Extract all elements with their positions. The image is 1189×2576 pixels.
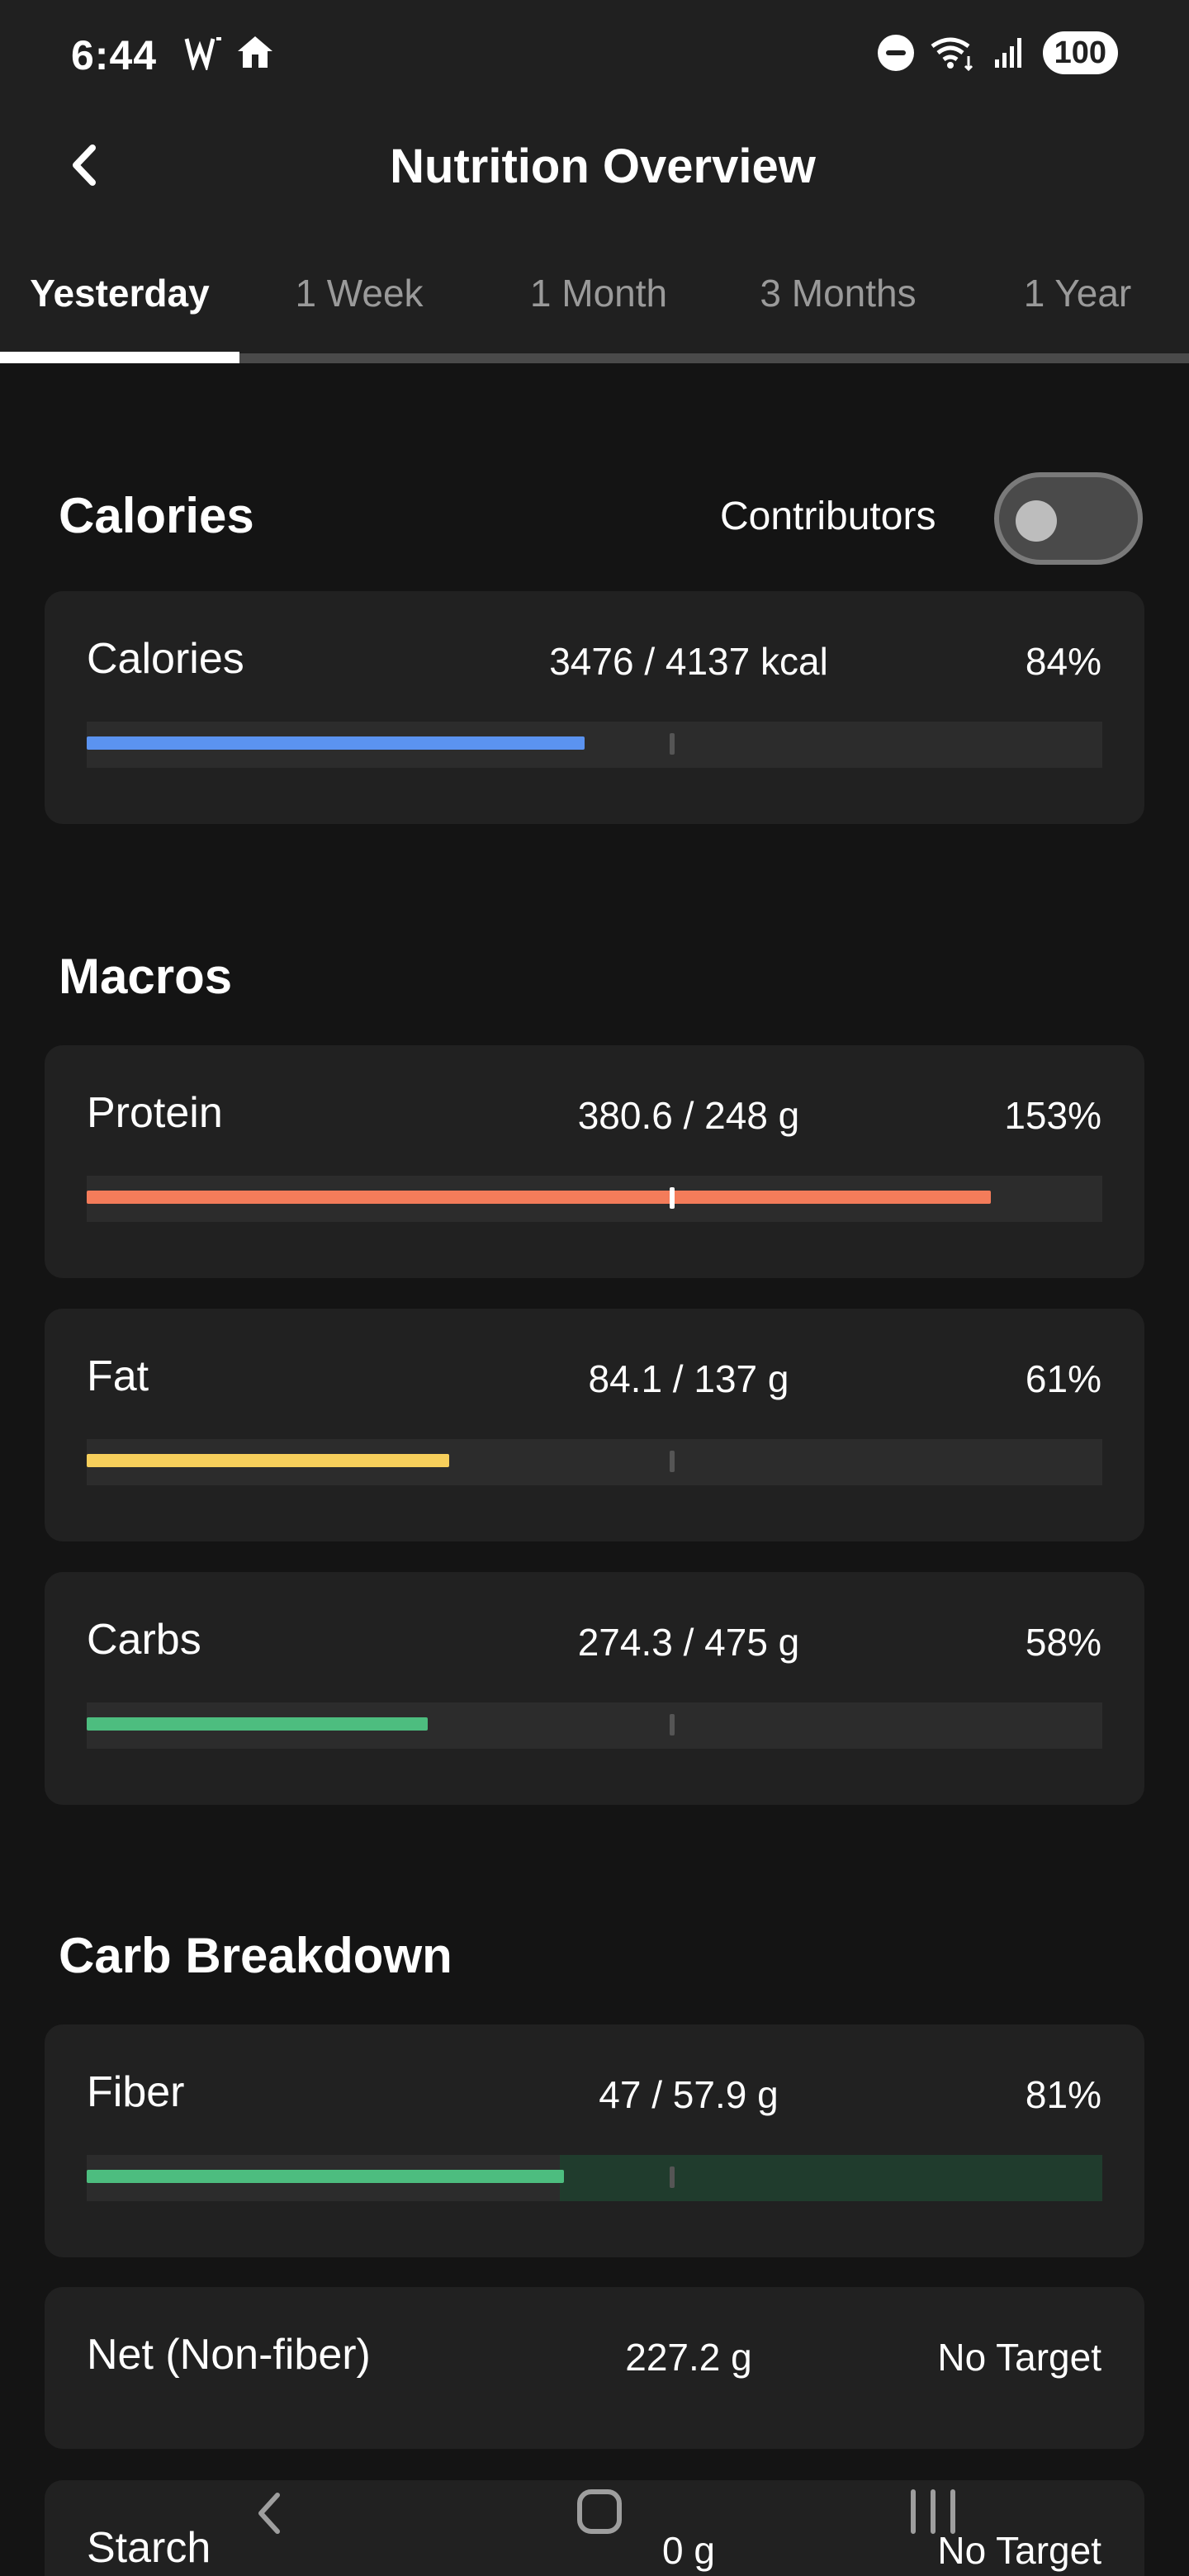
toggle-knob [1016, 500, 1057, 542]
protein-percent: 153% [1004, 1094, 1101, 1137]
contributors-label: Contributors [720, 495, 936, 538]
calories-progress-fill [87, 736, 585, 750]
tab-1-month[interactable]: 1 Month [479, 248, 718, 339]
fat-card[interactable]: Fat 84.1 / 137 g 61% [45, 1309, 1144, 1541]
contributors-toggle[interactable] [994, 472, 1143, 565]
protein-card[interactable]: Protein 380.6 / 248 g 153% [45, 1045, 1144, 1278]
signal-icon [994, 38, 1021, 68]
carrier-icon [184, 37, 221, 70]
tab-1-week[interactable]: 1 Week [239, 248, 479, 339]
net-carbs-target: No Target [937, 2336, 1101, 2379]
tab-1-year[interactable]: 1 Year [958, 248, 1189, 339]
fiber-card[interactable]: Fiber 47 / 57.9 g 81% [45, 2024, 1144, 2257]
protein-progress-fill [87, 1191, 991, 1204]
fiber-percent: 81% [1025, 2073, 1101, 2116]
fiber-target-range [560, 2155, 1102, 2201]
section-title-carb-breakdown: Carb Breakdown [59, 1928, 452, 1983]
wifi-icon [931, 37, 973, 71]
fat-percent: 61% [1025, 1357, 1101, 1400]
nav-recents-icon [911, 2489, 955, 2534]
tab-yesterday[interactable]: Yesterday [0, 248, 239, 339]
protein-progress-track [87, 1176, 1102, 1222]
nav-recents-button[interactable] [883, 2477, 983, 2559]
fiber-progress-track [87, 2155, 1102, 2201]
carbs-label: Carbs [87, 1616, 201, 1664]
net-carbs-label: Net (Non-fiber) [87, 2331, 371, 2379]
section-title-macros: Macros [59, 949, 233, 1004]
section-title-calories: Calories [59, 488, 254, 543]
calories-card[interactable]: Calories 3476 / 4137 kcal 84% [45, 591, 1144, 824]
fiber-value: 47 / 57.9 g [599, 2073, 779, 2116]
carbs-progress-track [87, 1702, 1102, 1749]
fat-progress-fill [87, 1454, 450, 1467]
nav-back-button[interactable] [221, 2477, 320, 2559]
status-bar: 6:44 100 [0, 0, 1189, 107]
tab-3-months[interactable]: 3 Months [718, 248, 958, 339]
carbs-percent: 58% [1025, 1621, 1101, 1664]
fiber-progress-fill [87, 2170, 565, 2183]
nav-home-icon [577, 2489, 622, 2534]
nav-home-button[interactable] [550, 2477, 649, 2559]
target-marker [670, 733, 675, 755]
fat-value: 84.1 / 137 g [588, 1357, 789, 1400]
app-header: Nutrition Overview Yesterday 1 Week 1 Mo… [0, 107, 1189, 363]
calories-progress-track [87, 722, 1102, 768]
calories-label: Calories [87, 635, 244, 683]
target-marker [670, 1451, 675, 1472]
time-range-tabs: Yesterday 1 Week 1 Month 3 Months 1 Year [0, 248, 1189, 339]
carbs-progress-fill [87, 1717, 429, 1731]
starch-label: Starch [87, 2524, 211, 2572]
do-not-disturb-icon [877, 35, 914, 71]
status-time: 6:44 [71, 32, 158, 78]
nav-back-icon [258, 2493, 280, 2534]
target-marker [670, 2166, 675, 2188]
tab-indicator [0, 352, 239, 363]
fat-progress-track [87, 1439, 1102, 1485]
carbs-card[interactable]: Carbs 274.3 / 475 g 58% [45, 1572, 1144, 1805]
home-icon [238, 36, 272, 68]
protein-label: Protein [87, 1089, 223, 1137]
fiber-label: Fiber [87, 2068, 185, 2116]
carbs-value: 274.3 / 475 g [577, 1621, 800, 1664]
page-title: Nutrition Overview [390, 140, 816, 193]
fat-label: Fat [87, 1352, 149, 1400]
calories-percent: 84% [1025, 640, 1101, 683]
target-marker [670, 1187, 675, 1209]
net-carbs-card[interactable]: Net (Non-fiber) 227.2 g No Target [45, 2287, 1144, 2449]
target-marker [670, 1714, 675, 1735]
battery-indicator: 100 [1042, 31, 1118, 74]
